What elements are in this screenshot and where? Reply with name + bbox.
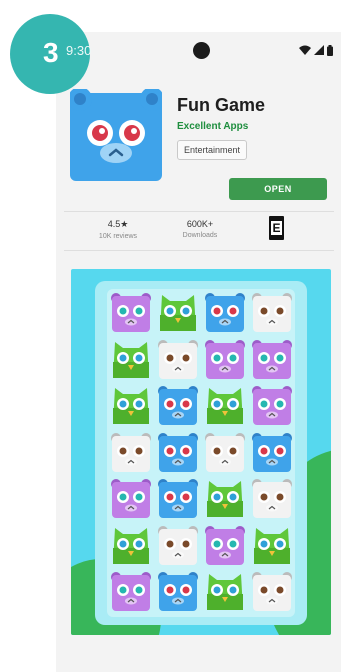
- open-button[interactable]: OPEN: [229, 178, 327, 200]
- purple-creature-tile: [252, 339, 292, 379]
- white-creature-tile: [252, 572, 292, 611]
- wifi-icon: [299, 45, 311, 55]
- purple-creature-tile: [111, 572, 151, 611]
- blue-creature-tile: [158, 432, 198, 472]
- white-creature-tile: [252, 479, 292, 518]
- app-icon: [70, 89, 162, 181]
- battery-icon: [327, 44, 333, 56]
- status-time: 9:30: [66, 43, 92, 58]
- content-rating-letter: E: [271, 221, 282, 235]
- downloads-stat: 600K+ Downloads: [170, 219, 230, 239]
- content-rating-icon[interactable]: E: [269, 216, 284, 240]
- divider: [64, 250, 334, 251]
- divider: [64, 211, 334, 212]
- status-icons: [299, 44, 333, 56]
- rating-label: 10K reviews: [98, 233, 138, 240]
- white-creature-tile: [111, 432, 151, 472]
- camera-cutout: [193, 42, 210, 59]
- rating-value: 4.5★: [107, 219, 129, 229]
- step-badge: 3 9:30: [10, 14, 92, 94]
- blue-creature-tile: [252, 432, 292, 472]
- game-board-frame: [95, 281, 307, 625]
- purple-creature-tile: [111, 293, 151, 332]
- blue-creature-tile: [158, 386, 198, 425]
- game-board: [107, 289, 295, 617]
- purple-creature-tile: [205, 525, 245, 565]
- rating-stat: 4.5★ 10K reviews: [88, 219, 148, 240]
- green-creature-tile: [207, 388, 243, 424]
- blue-creature-tile: [205, 293, 245, 332]
- purple-creature-tile: [205, 339, 245, 379]
- app-title: Fun Game: [177, 95, 266, 115]
- step-number: 3: [43, 37, 59, 68]
- white-creature-tile: [252, 293, 292, 332]
- downloads-value: 600K+: [186, 219, 214, 229]
- purple-creature-tile: [252, 386, 292, 425]
- purple-creature-tile: [111, 479, 151, 518]
- green-creature-tile: [160, 295, 196, 331]
- blue-creature-tile: [158, 572, 198, 611]
- white-creature-tile: [158, 339, 198, 379]
- downloads-label: Downloads: [182, 232, 218, 239]
- signal-icon: [314, 45, 324, 55]
- green-creature-tile: [113, 341, 149, 378]
- green-creature-tile: [113, 527, 149, 564]
- green-creature-tile: [113, 388, 149, 424]
- category-chip[interactable]: Entertainment: [177, 140, 248, 160]
- developer-link[interactable]: Excellent Apps: [177, 121, 248, 132]
- white-creature-tile: [158, 525, 198, 565]
- app-screenshot[interactable]: [71, 269, 331, 635]
- white-creature-tile: [205, 432, 245, 472]
- green-creature-tile: [254, 527, 290, 564]
- green-creature-tile: [207, 481, 243, 517]
- blue-creature-tile: [158, 479, 198, 518]
- green-creature-tile: [207, 574, 243, 610]
